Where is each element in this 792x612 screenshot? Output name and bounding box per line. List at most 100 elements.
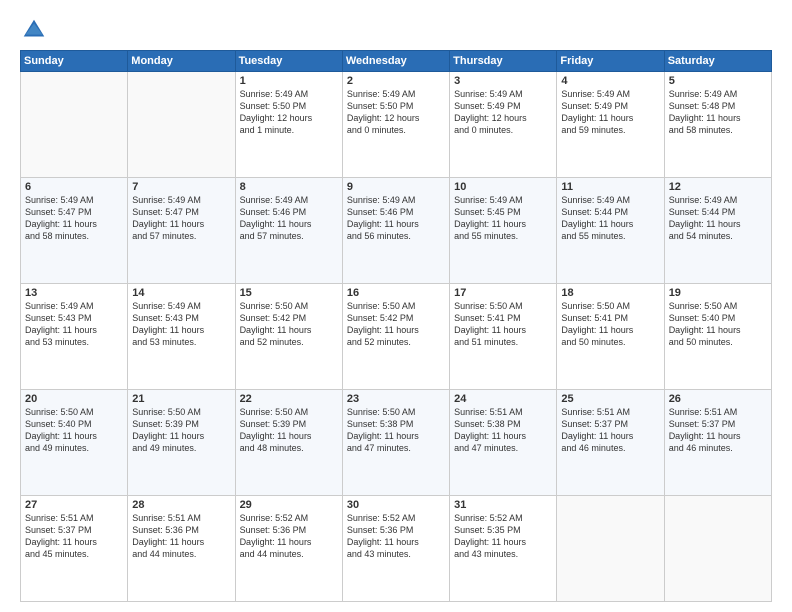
calendar-day-header: Sunday	[21, 51, 128, 72]
cell-content: Sunrise: 5:49 AMSunset: 5:47 PMDaylight:…	[132, 194, 230, 243]
calendar-cell: 17Sunrise: 5:50 AMSunset: 5:41 PMDayligh…	[450, 284, 557, 390]
calendar-table: SundayMondayTuesdayWednesdayThursdayFrid…	[20, 50, 772, 602]
day-number: 29	[240, 499, 338, 511]
calendar-week-row: 6Sunrise: 5:49 AMSunset: 5:47 PMDaylight…	[21, 178, 772, 284]
calendar-cell: 29Sunrise: 5:52 AMSunset: 5:36 PMDayligh…	[235, 496, 342, 602]
calendar-cell: 6Sunrise: 5:49 AMSunset: 5:47 PMDaylight…	[21, 178, 128, 284]
calendar-cell: 28Sunrise: 5:51 AMSunset: 5:36 PMDayligh…	[128, 496, 235, 602]
calendar-cell: 10Sunrise: 5:49 AMSunset: 5:45 PMDayligh…	[450, 178, 557, 284]
cell-content: Sunrise: 5:49 AMSunset: 5:46 PMDaylight:…	[347, 194, 445, 243]
calendar-cell	[128, 72, 235, 178]
cell-content: Sunrise: 5:49 AMSunset: 5:45 PMDaylight:…	[454, 194, 552, 243]
calendar-cell: 20Sunrise: 5:50 AMSunset: 5:40 PMDayligh…	[21, 390, 128, 496]
calendar-day-header: Monday	[128, 51, 235, 72]
calendar-cell: 13Sunrise: 5:49 AMSunset: 5:43 PMDayligh…	[21, 284, 128, 390]
day-number: 16	[347, 287, 445, 299]
cell-content: Sunrise: 5:49 AMSunset: 5:49 PMDaylight:…	[561, 88, 659, 137]
day-number: 14	[132, 287, 230, 299]
calendar-cell: 25Sunrise: 5:51 AMSunset: 5:37 PMDayligh…	[557, 390, 664, 496]
day-number: 8	[240, 181, 338, 193]
cell-content: Sunrise: 5:49 AMSunset: 5:49 PMDaylight:…	[454, 88, 552, 137]
cell-content: Sunrise: 5:51 AMSunset: 5:36 PMDaylight:…	[132, 512, 230, 561]
calendar-cell: 26Sunrise: 5:51 AMSunset: 5:37 PMDayligh…	[664, 390, 771, 496]
calendar-cell: 21Sunrise: 5:50 AMSunset: 5:39 PMDayligh…	[128, 390, 235, 496]
cell-content: Sunrise: 5:50 AMSunset: 5:39 PMDaylight:…	[132, 406, 230, 455]
calendar-week-row: 20Sunrise: 5:50 AMSunset: 5:40 PMDayligh…	[21, 390, 772, 496]
cell-content: Sunrise: 5:49 AMSunset: 5:46 PMDaylight:…	[240, 194, 338, 243]
calendar-cell: 1Sunrise: 5:49 AMSunset: 5:50 PMDaylight…	[235, 72, 342, 178]
cell-content: Sunrise: 5:50 AMSunset: 5:41 PMDaylight:…	[454, 300, 552, 349]
day-number: 27	[25, 499, 123, 511]
cell-content: Sunrise: 5:50 AMSunset: 5:40 PMDaylight:…	[25, 406, 123, 455]
cell-content: Sunrise: 5:49 AMSunset: 5:50 PMDaylight:…	[347, 88, 445, 137]
calendar-cell: 30Sunrise: 5:52 AMSunset: 5:36 PMDayligh…	[342, 496, 449, 602]
calendar-cell: 16Sunrise: 5:50 AMSunset: 5:42 PMDayligh…	[342, 284, 449, 390]
day-number: 26	[669, 393, 767, 405]
calendar-week-row: 27Sunrise: 5:51 AMSunset: 5:37 PMDayligh…	[21, 496, 772, 602]
calendar-cell: 27Sunrise: 5:51 AMSunset: 5:37 PMDayligh…	[21, 496, 128, 602]
cell-content: Sunrise: 5:49 AMSunset: 5:47 PMDaylight:…	[25, 194, 123, 243]
calendar-week-row: 1Sunrise: 5:49 AMSunset: 5:50 PMDaylight…	[21, 72, 772, 178]
day-number: 24	[454, 393, 552, 405]
day-number: 21	[132, 393, 230, 405]
page: SundayMondayTuesdayWednesdayThursdayFrid…	[0, 0, 792, 612]
day-number: 2	[347, 75, 445, 87]
cell-content: Sunrise: 5:52 AMSunset: 5:36 PMDaylight:…	[347, 512, 445, 561]
cell-content: Sunrise: 5:51 AMSunset: 5:37 PMDaylight:…	[561, 406, 659, 455]
cell-content: Sunrise: 5:49 AMSunset: 5:48 PMDaylight:…	[669, 88, 767, 137]
header	[20, 16, 772, 44]
day-number: 6	[25, 181, 123, 193]
calendar-cell: 18Sunrise: 5:50 AMSunset: 5:41 PMDayligh…	[557, 284, 664, 390]
calendar-cell	[557, 496, 664, 602]
calendar-day-header: Tuesday	[235, 51, 342, 72]
cell-content: Sunrise: 5:50 AMSunset: 5:42 PMDaylight:…	[347, 300, 445, 349]
cell-content: Sunrise: 5:49 AMSunset: 5:50 PMDaylight:…	[240, 88, 338, 137]
cell-content: Sunrise: 5:51 AMSunset: 5:37 PMDaylight:…	[669, 406, 767, 455]
day-number: 17	[454, 287, 552, 299]
day-number: 7	[132, 181, 230, 193]
day-number: 13	[25, 287, 123, 299]
day-number: 15	[240, 287, 338, 299]
day-number: 23	[347, 393, 445, 405]
cell-content: Sunrise: 5:49 AMSunset: 5:44 PMDaylight:…	[561, 194, 659, 243]
cell-content: Sunrise: 5:52 AMSunset: 5:36 PMDaylight:…	[240, 512, 338, 561]
cell-content: Sunrise: 5:50 AMSunset: 5:39 PMDaylight:…	[240, 406, 338, 455]
day-number: 31	[454, 499, 552, 511]
cell-content: Sunrise: 5:49 AMSunset: 5:43 PMDaylight:…	[132, 300, 230, 349]
day-number: 20	[25, 393, 123, 405]
calendar-cell: 24Sunrise: 5:51 AMSunset: 5:38 PMDayligh…	[450, 390, 557, 496]
cell-content: Sunrise: 5:49 AMSunset: 5:43 PMDaylight:…	[25, 300, 123, 349]
calendar-cell: 9Sunrise: 5:49 AMSunset: 5:46 PMDaylight…	[342, 178, 449, 284]
calendar-cell	[664, 496, 771, 602]
day-number: 22	[240, 393, 338, 405]
calendar-week-row: 13Sunrise: 5:49 AMSunset: 5:43 PMDayligh…	[21, 284, 772, 390]
calendar-day-header: Saturday	[664, 51, 771, 72]
cell-content: Sunrise: 5:51 AMSunset: 5:38 PMDaylight:…	[454, 406, 552, 455]
day-number: 9	[347, 181, 445, 193]
calendar-cell: 19Sunrise: 5:50 AMSunset: 5:40 PMDayligh…	[664, 284, 771, 390]
day-number: 30	[347, 499, 445, 511]
day-number: 5	[669, 75, 767, 87]
calendar-cell: 8Sunrise: 5:49 AMSunset: 5:46 PMDaylight…	[235, 178, 342, 284]
day-number: 1	[240, 75, 338, 87]
cell-content: Sunrise: 5:50 AMSunset: 5:40 PMDaylight:…	[669, 300, 767, 349]
logo	[20, 16, 52, 44]
cell-content: Sunrise: 5:50 AMSunset: 5:41 PMDaylight:…	[561, 300, 659, 349]
calendar-cell: 23Sunrise: 5:50 AMSunset: 5:38 PMDayligh…	[342, 390, 449, 496]
day-number: 4	[561, 75, 659, 87]
day-number: 28	[132, 499, 230, 511]
calendar-cell: 7Sunrise: 5:49 AMSunset: 5:47 PMDaylight…	[128, 178, 235, 284]
calendar-cell: 5Sunrise: 5:49 AMSunset: 5:48 PMDaylight…	[664, 72, 771, 178]
calendar-day-header: Wednesday	[342, 51, 449, 72]
calendar-cell: 31Sunrise: 5:52 AMSunset: 5:35 PMDayligh…	[450, 496, 557, 602]
day-number: 12	[669, 181, 767, 193]
cell-content: Sunrise: 5:49 AMSunset: 5:44 PMDaylight:…	[669, 194, 767, 243]
calendar-cell: 2Sunrise: 5:49 AMSunset: 5:50 PMDaylight…	[342, 72, 449, 178]
calendar-cell	[21, 72, 128, 178]
day-number: 18	[561, 287, 659, 299]
calendar-cell: 15Sunrise: 5:50 AMSunset: 5:42 PMDayligh…	[235, 284, 342, 390]
calendar-cell: 22Sunrise: 5:50 AMSunset: 5:39 PMDayligh…	[235, 390, 342, 496]
calendar-day-header: Friday	[557, 51, 664, 72]
calendar-cell: 12Sunrise: 5:49 AMSunset: 5:44 PMDayligh…	[664, 178, 771, 284]
calendar-day-header: Thursday	[450, 51, 557, 72]
